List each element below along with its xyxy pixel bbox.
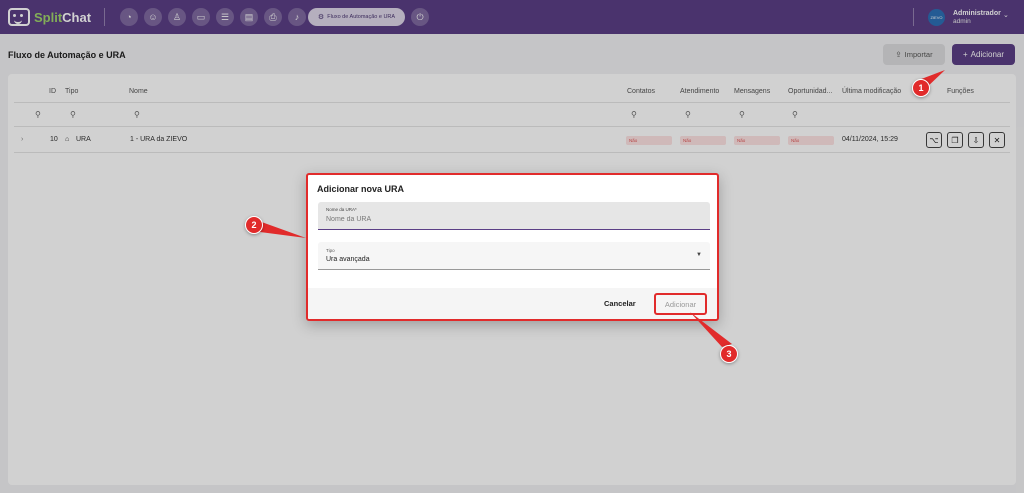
callout-marker-2: 2 [245, 216, 263, 234]
callout-marker-3: 3 [720, 345, 738, 363]
pointer-2 [256, 220, 306, 238]
pointer-3 [690, 312, 732, 347]
callout-pointers [256, 70, 945, 347]
callout-marker-1: 1 [912, 79, 930, 97]
